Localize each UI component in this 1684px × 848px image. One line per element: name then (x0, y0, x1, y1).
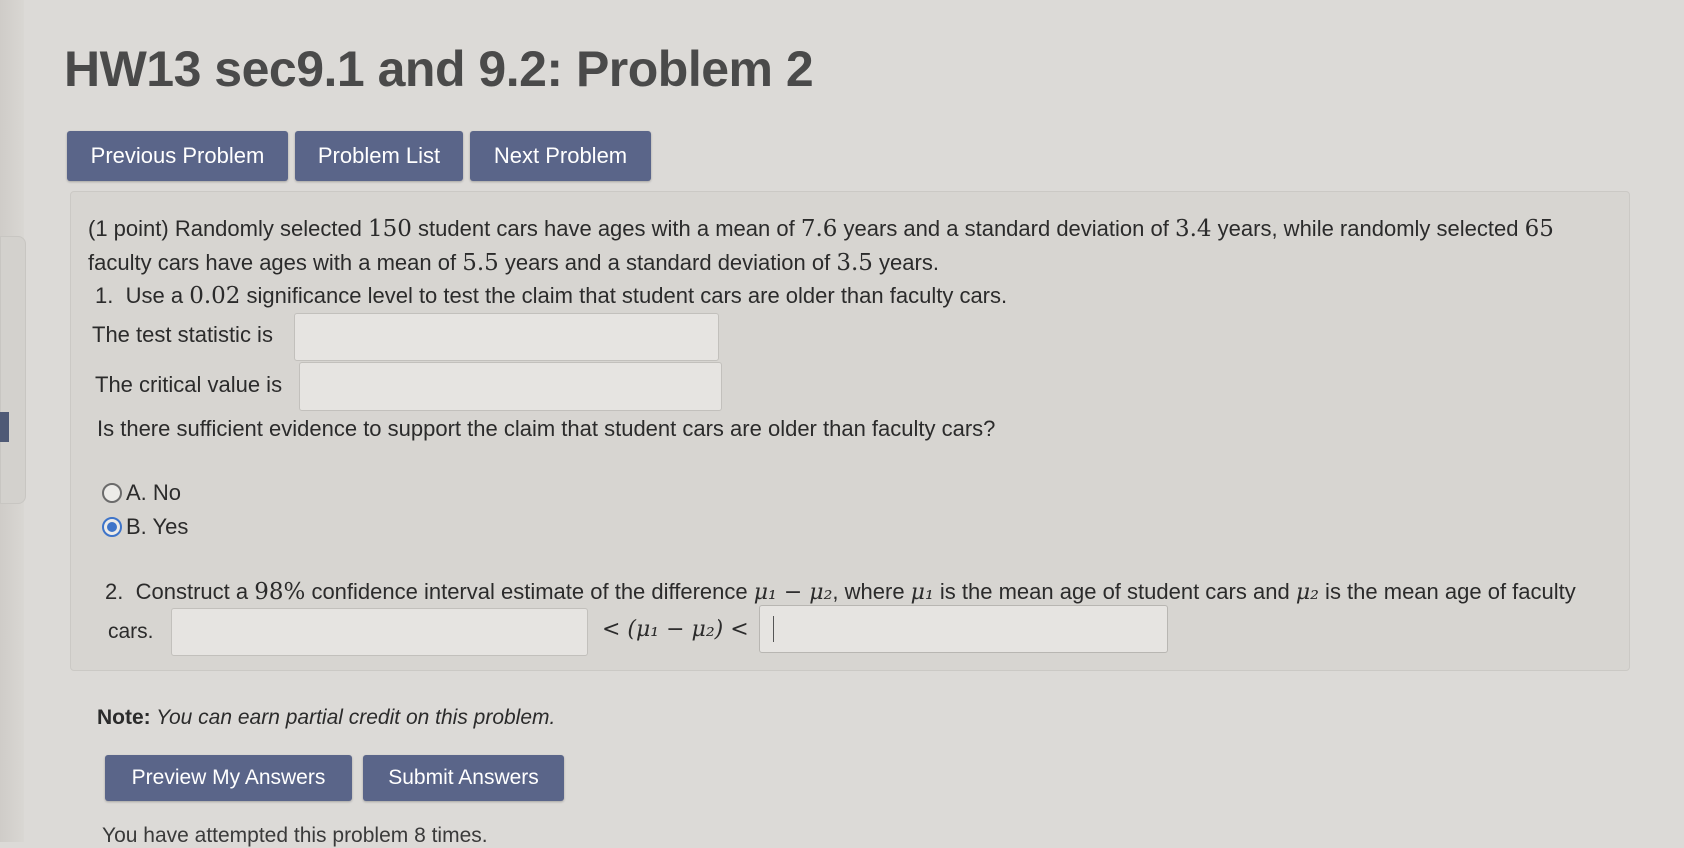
interval-upper-bound-input[interactable] (759, 605, 1168, 653)
problem-navigation: Previous Problem Problem List Next Probl… (67, 131, 651, 181)
submit-answers-button[interactable]: Submit Answers (363, 755, 564, 801)
part-2-text: Construct a (135, 579, 255, 604)
student-mean: 7.6 (800, 216, 838, 242)
test-statistic-input[interactable] (294, 313, 719, 361)
part-2-text: is the mean age of student cars and (933, 579, 1296, 604)
statement-text: years. (872, 250, 939, 275)
student-sd: 3.4 (1174, 216, 1212, 242)
part-1-text: Use a (125, 283, 190, 308)
part-2-prompt: 2. Construct a 98% confidence interval e… (105, 579, 1576, 605)
part-1-number: 1. (95, 283, 114, 308)
significance-level: 0.02 (189, 283, 241, 309)
student-sample-size: 150 (368, 216, 412, 242)
part-2-number: 2. (105, 579, 124, 604)
problem-statement-line-2: faculty cars have ages with a mean of 5.… (88, 250, 939, 276)
mu-2-symbol: μ₂ (1295, 580, 1319, 605)
next-problem-button[interactable]: Next Problem (470, 131, 651, 181)
critical-value-label: The critical value is (95, 372, 283, 397)
problem-list-button[interactable]: Problem List (295, 131, 463, 181)
note-label: Note: (97, 706, 151, 729)
part-2-continuation: cars. (108, 620, 154, 643)
faculty-sample-size: 65 (1524, 216, 1554, 242)
faculty-sd: 3.5 (836, 250, 873, 276)
part-2-text: , where (832, 579, 911, 604)
confidence-level: 98% (254, 579, 306, 605)
note-text: You can earn partial credit on this prob… (150, 706, 556, 729)
statement-text: faculty cars have ages with a mean of (88, 250, 463, 275)
statement-text: years and a standard deviation of (498, 250, 837, 275)
left-side-panel-tab[interactable] (0, 236, 26, 504)
previous-problem-button[interactable]: Previous Problem (67, 131, 288, 181)
text-cursor (773, 616, 774, 642)
faculty-mean: 5.5 (462, 250, 499, 276)
option-b-radio[interactable] (102, 517, 122, 537)
statement-text: (1 point) Randomly selected (88, 216, 369, 241)
interval-lower-bound-input[interactable] (171, 608, 588, 656)
mu-difference: μ₁ − μ₂ (753, 580, 833, 605)
page-title: HW13 sec9.1 and 9.2: Problem 2 (64, 41, 814, 97)
partial-credit-note: Note: You can earn partial credit on thi… (97, 706, 555, 730)
option-a-radio[interactable] (102, 483, 122, 503)
test-statistic-label: The test statistic is (92, 322, 273, 347)
problem-statement-line-1: (1 point) Randomly selected 150 student … (88, 216, 1554, 242)
option-b-text: Yes (146, 514, 189, 539)
attempts-message: You have attempted this problem 8 times. (102, 824, 488, 847)
option-b-letter: B. (126, 514, 147, 539)
option-a-letter: A. (126, 480, 147, 505)
option-a-label[interactable]: A. No (126, 480, 181, 506)
answer-buttons: Preview My Answers Submit Answers (105, 755, 564, 801)
part-2-text: confidence interval estimate of the diff… (305, 579, 754, 604)
preview-answers-button[interactable]: Preview My Answers (105, 755, 352, 801)
statement-text: years and a standard deviation of (837, 216, 1175, 241)
left-side-marker (0, 412, 9, 442)
statement-text: student cars have ages with a mean of (411, 216, 801, 241)
option-b-label[interactable]: B. Yes (126, 514, 188, 540)
critical-value-input[interactable] (299, 362, 722, 411)
mu-1-symbol: μ₁ (910, 580, 934, 605)
part-1-text: significance level to test the claim tha… (240, 283, 1008, 308)
part-1-prompt: 1. Use a 0.02 significance level to test… (95, 283, 1007, 309)
part-2-text: is the mean age of faculty (1318, 579, 1576, 604)
interval-middle-expression: < (μ₁ − μ₂) < (602, 617, 749, 642)
statement-text: years, while randomly selected (1211, 216, 1525, 241)
option-a-text: No (146, 480, 182, 505)
sufficient-evidence-question: Is there sufficient evidence to support … (97, 416, 996, 441)
